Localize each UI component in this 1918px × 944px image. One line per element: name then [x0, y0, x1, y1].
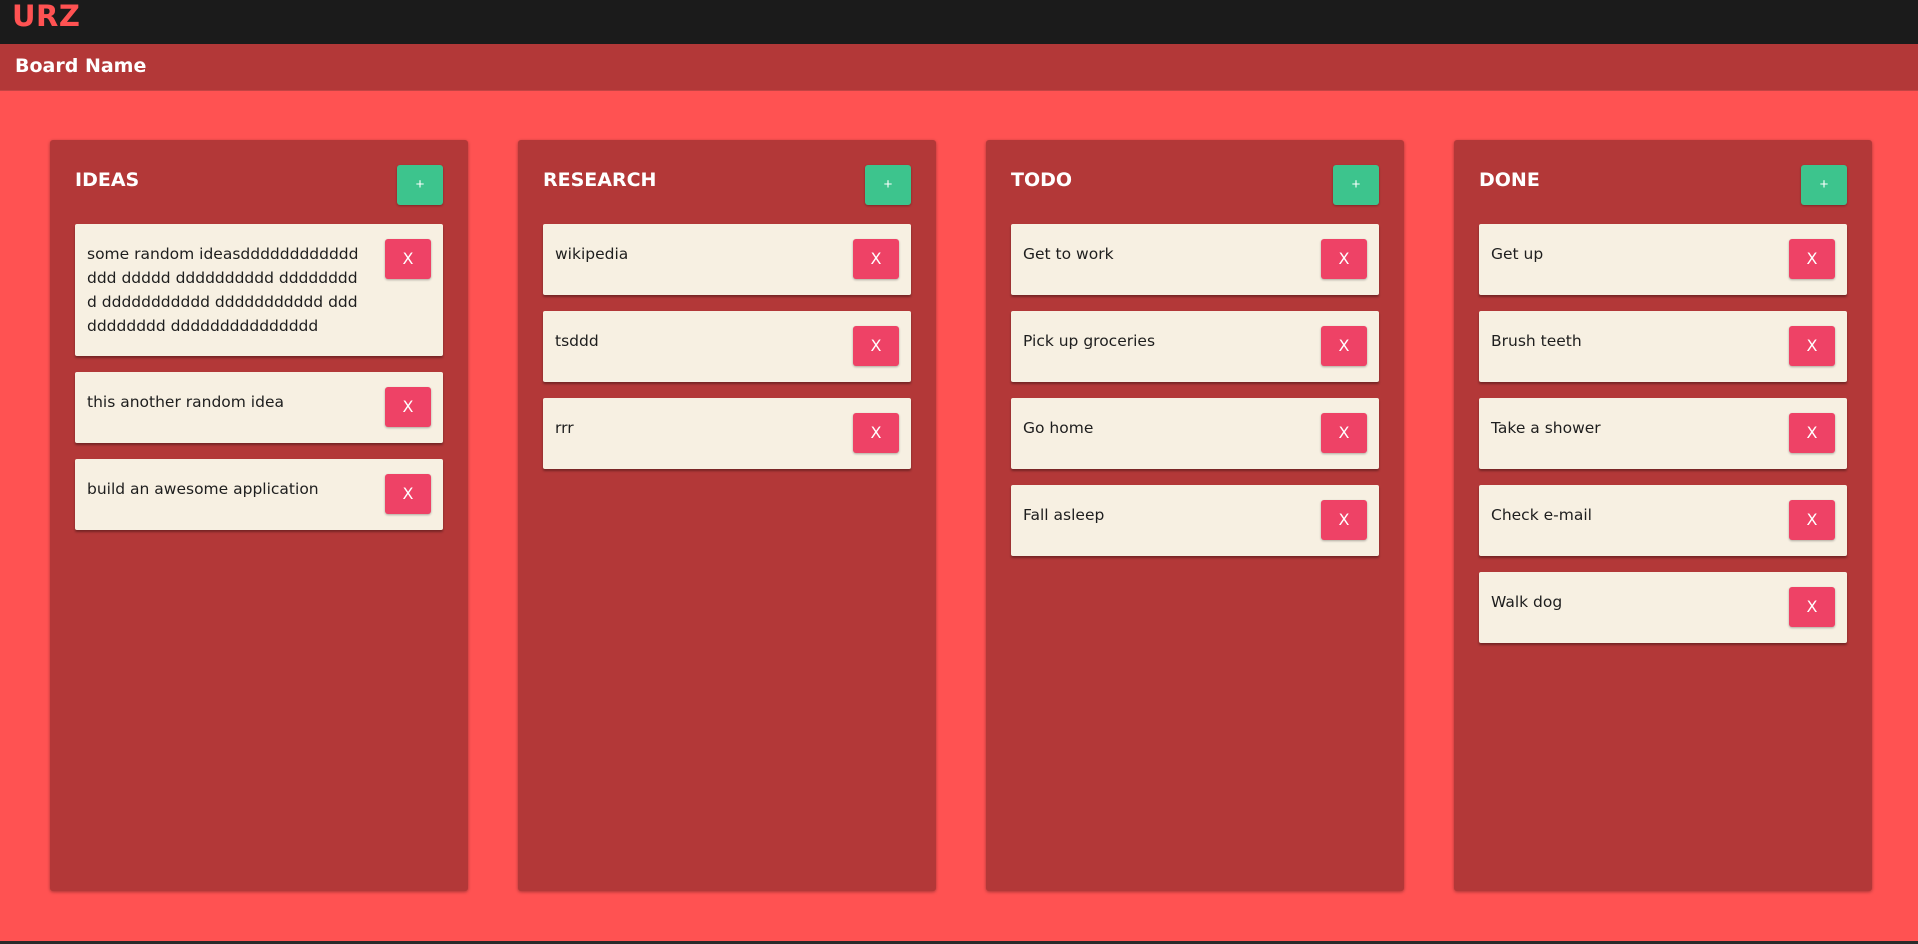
card-text: tsddd [555, 332, 599, 350]
delete-card-button[interactable]: X [1789, 239, 1835, 279]
card-text: rrr [555, 419, 574, 437]
delete-card-button[interactable]: X [853, 413, 899, 453]
card-text: some random ideasddddddddddddddd ddddd d… [87, 245, 359, 335]
column-header: TODO + [1011, 165, 1379, 205]
card[interactable]: wikipedia X [543, 224, 911, 295]
card[interactable]: Fall asleep X [1011, 485, 1379, 556]
column-title: TODO [1011, 169, 1073, 191]
column-title: DONE [1479, 169, 1540, 191]
card[interactable]: Go home X [1011, 398, 1379, 469]
column-title: RESEARCH [543, 169, 657, 191]
board-name-title: Board Name [15, 55, 147, 77]
card[interactable]: Get up X [1479, 224, 1847, 295]
delete-card-button[interactable]: X [1789, 587, 1835, 627]
app-logo[interactable]: URZ [12, 0, 80, 32]
card-text: Check e-mail [1491, 506, 1592, 524]
column-header: DONE + [1479, 165, 1847, 205]
card[interactable]: this another random idea X [75, 372, 443, 443]
card-text: Take a shower [1491, 419, 1601, 437]
card-text: Brush teeth [1491, 332, 1582, 350]
card-text: Go home [1023, 419, 1094, 437]
column-header: RESEARCH + [543, 165, 911, 205]
column-title: IDEAS [75, 169, 140, 191]
delete-card-button[interactable]: X [1321, 239, 1367, 279]
card[interactable]: Brush teeth X [1479, 311, 1847, 382]
card-text: this another random idea [87, 393, 284, 411]
delete-card-button[interactable]: X [853, 239, 899, 279]
card[interactable]: Take a shower X [1479, 398, 1847, 469]
card[interactable]: Pick up groceries X [1011, 311, 1379, 382]
delete-card-button[interactable]: X [1789, 326, 1835, 366]
card[interactable]: Check e-mail X [1479, 485, 1847, 556]
column-todo: TODO + Get to work X Pick up groceries X… [986, 140, 1404, 891]
delete-card-button[interactable]: X [1789, 500, 1835, 540]
card-text: Pick up groceries [1023, 332, 1156, 350]
delete-card-button[interactable]: X [1321, 326, 1367, 366]
delete-card-button[interactable]: X [385, 387, 431, 427]
card-text: wikipedia [555, 245, 629, 263]
add-card-button[interactable]: + [865, 165, 911, 205]
column-header: IDEAS + [75, 165, 443, 205]
delete-card-button[interactable]: X [853, 326, 899, 366]
card[interactable]: tsddd X [543, 311, 911, 382]
card-text: Walk dog [1491, 593, 1563, 611]
delete-card-button[interactable]: X [1321, 500, 1367, 540]
add-card-button[interactable]: + [1333, 165, 1379, 205]
delete-card-button[interactable]: X [1321, 413, 1367, 453]
card[interactable]: build an awesome application X [75, 459, 443, 530]
add-card-button[interactable]: + [1801, 165, 1847, 205]
board-header: Board Name [0, 44, 1918, 91]
delete-card-button[interactable]: X [385, 474, 431, 514]
column-ideas: IDEAS + some random ideasddddddddddddddd… [50, 140, 468, 891]
delete-card-button[interactable]: X [1789, 413, 1835, 453]
card[interactable]: Get to work X [1011, 224, 1379, 295]
board-columns: IDEAS + some random ideasddddddddddddddd… [50, 140, 1872, 891]
card[interactable]: some random ideasddddddddddddddd ddddd d… [75, 224, 443, 356]
column-research: RESEARCH + wikipedia X tsddd X rrr X [518, 140, 936, 891]
card-text: Get up [1491, 245, 1544, 263]
card-text: build an awesome application [87, 480, 319, 498]
card-text: Get to work [1023, 245, 1114, 263]
top-nav-bar: URZ [0, 0, 1918, 44]
add-card-button[interactable]: + [397, 165, 443, 205]
delete-card-button[interactable]: X [385, 239, 431, 279]
card[interactable]: Walk dog X [1479, 572, 1847, 643]
card[interactable]: rrr X [543, 398, 911, 469]
column-done: DONE + Get up X Brush teeth X Take a sho… [1454, 140, 1872, 891]
card-text: Fall asleep [1023, 506, 1105, 524]
